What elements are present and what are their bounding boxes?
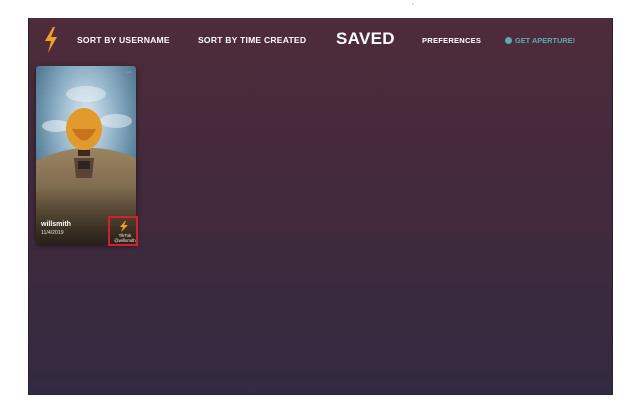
watermark-text: TikTok @willsmith xyxy=(113,233,137,243)
lightning-bolt-icon[interactable] xyxy=(43,27,59,53)
watermark-highlight[interactable]: TikTok @willsmith xyxy=(108,216,138,246)
card-username: willsmith xyxy=(41,221,71,228)
gear-icon xyxy=(505,37,512,44)
page-title: SAVED xyxy=(336,29,395,48)
top-edge-glyph: ﾞ xyxy=(412,4,416,11)
app-window: SORT BY USERNAME SORT BY TIME CREATED SA… xyxy=(28,18,613,395)
sort-by-time-created-link[interactable]: SORT BY TIME CREATED xyxy=(198,35,306,45)
watermark-handle: @willsmith xyxy=(114,238,136,243)
get-aperture-link[interactable]: GET APERTURE! xyxy=(505,36,575,45)
top-nav: SORT BY USERNAME SORT BY TIME CREATED SA… xyxy=(29,18,612,64)
get-aperture-label: GET APERTURE! xyxy=(515,36,576,45)
tiktok-logo-icon xyxy=(120,221,128,232)
card-date: 11/4/2019 xyxy=(41,230,64,236)
sort-by-username-link[interactable]: SORT BY USERNAME xyxy=(77,35,170,45)
card-menu-icon[interactable]: ⋯ xyxy=(126,70,132,76)
preferences-link[interactable]: PREFERENCES xyxy=(422,36,481,45)
